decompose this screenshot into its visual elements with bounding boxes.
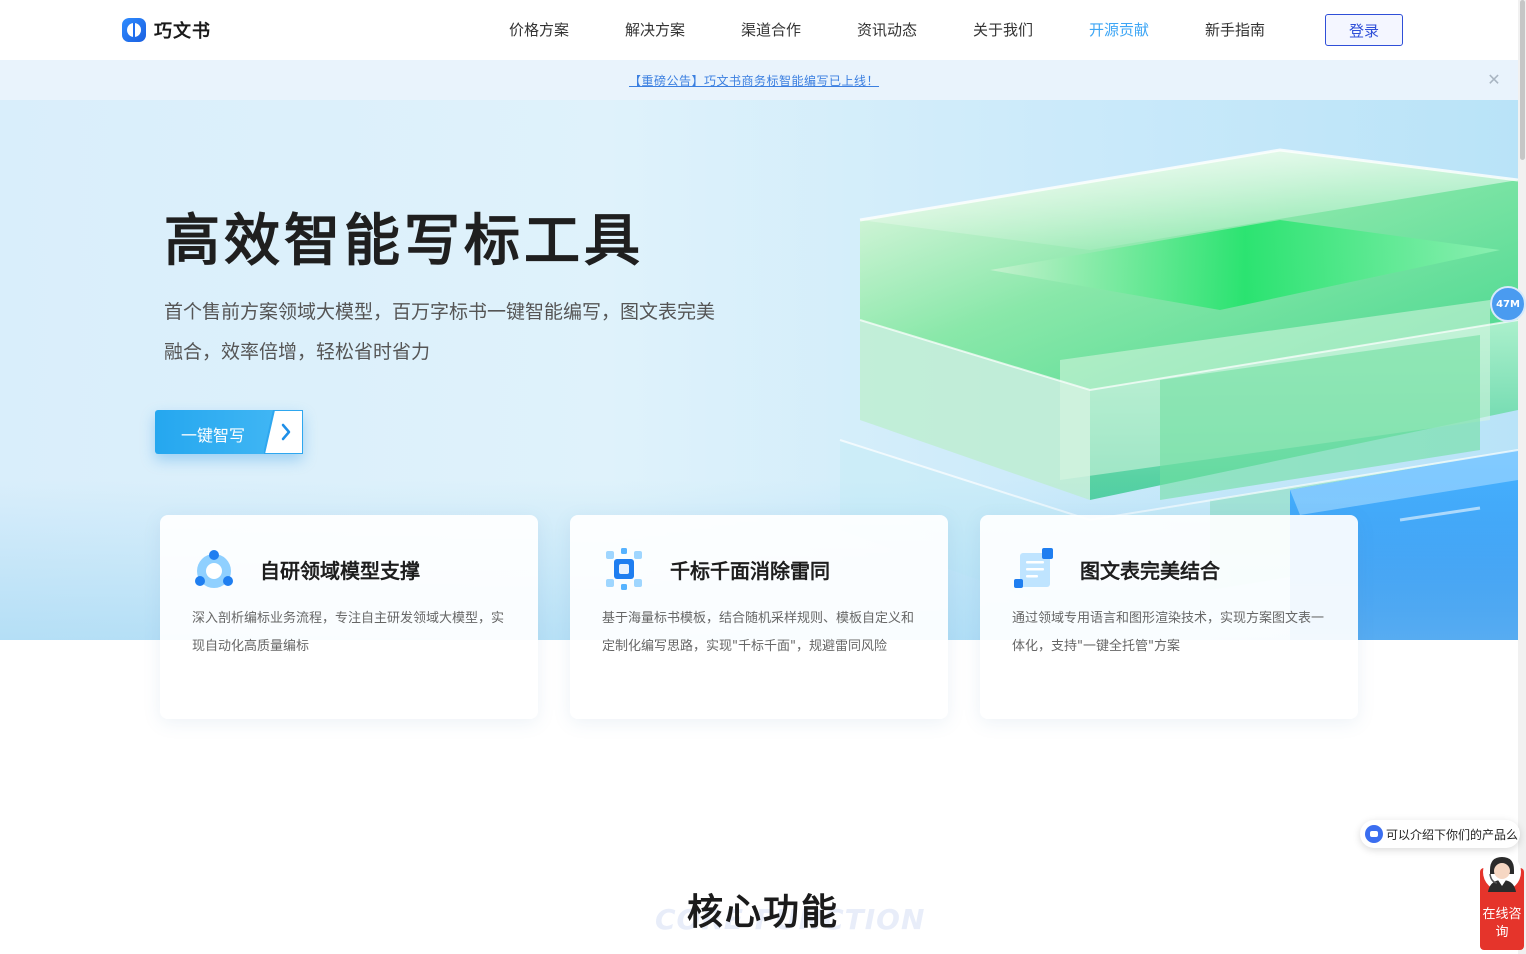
online-consult-label: 在线咨询 xyxy=(1482,907,1522,940)
feature-desc: 基于海量标书模板，结合随机采样规则、模板自定义和定制化编写思路，实现"千标千面"… xyxy=(602,611,915,654)
feature-title: 自研领域模型支撑 xyxy=(260,559,420,583)
core-function-title: 核心功能 xyxy=(687,892,840,933)
feature-card-unique-content: 千标千面消除雷同 基于海量标书模板，结合随机采样规则、模板自定义和定制化编写思路… xyxy=(570,515,948,719)
login-button[interactable]: 登录 xyxy=(1325,14,1403,46)
feature-desc: 深入剖析编标业务流程，专注自主研发领域大模型，实现自动化高质量编标 xyxy=(192,611,505,654)
cta-label: 一键智写 xyxy=(181,426,246,445)
unique-content-icon xyxy=(606,548,642,590)
feature-title: 图文表完美结合 xyxy=(1080,559,1220,583)
chat-prompt-bubble[interactable]: 可以介绍下你们的产品么 xyxy=(1360,820,1520,848)
nav-item-news[interactable]: 资讯动态 xyxy=(857,19,917,40)
nav-item-about[interactable]: 关于我们 xyxy=(973,19,1033,40)
nav-item-solutions[interactable]: 解决方案 xyxy=(625,19,685,40)
chat-prompt-text: 可以介绍下你们的产品么 xyxy=(1386,827,1519,842)
document-chart-icon xyxy=(1014,548,1053,588)
nav-item-channel[interactable]: 渠道合作 xyxy=(741,19,801,40)
feature-desc: 通过领域专用语言和图形渲染技术，实现方案图文表一体化，支持"一键全托管"方案 xyxy=(1012,611,1325,654)
arrow-right-icon[interactable] xyxy=(264,410,303,454)
announcement-link[interactable]: 【重磅公告】巧文书商务标智能编写已上线！ xyxy=(629,72,879,89)
domain-model-icon xyxy=(195,550,233,588)
nav-item-guide[interactable]: 新手指南 xyxy=(1205,19,1265,40)
announcement-bar: 【重磅公告】巧文书商务标智能编写已上线！ ✕ xyxy=(0,60,1518,100)
logo-text: 巧文书 xyxy=(154,21,211,42)
site-logo[interactable]: 巧文书 xyxy=(122,17,211,43)
support-agent-avatar-icon[interactable] xyxy=(1482,852,1522,892)
chat-icon xyxy=(1365,825,1383,843)
close-icon[interactable]: ✕ xyxy=(1486,70,1502,90)
feature-card-document-chart: 图文表完美结合 通过领域专用语言和图形渲染技术，实现方案图文表一体化，支持"一键… xyxy=(980,515,1358,719)
feature-title: 千标千面消除雷同 xyxy=(670,559,830,583)
nav-item-pricing[interactable]: 价格方案 xyxy=(509,19,569,40)
nav-item-open-source[interactable]: 开源贡献 xyxy=(1089,19,1149,40)
hero-title: 高效智能写标工具 xyxy=(164,209,644,274)
brain-logo-icon xyxy=(122,18,146,42)
feature-card-domain-model: 自研领域模型支撑 深入剖析编标业务流程，专注自主研发领域大模型，实现自动化高质量… xyxy=(160,515,538,719)
hero-subtitle: 首个售前方案领域大模型，百万字标书一键智能编写，图文表完美融合，效率倍增，轻松省… xyxy=(164,301,716,363)
top-navbar: 巧文书 价格方案 解决方案 渠道合作 资讯动态 关于我们 开源贡献 新手指南 登… xyxy=(0,0,1518,60)
scrollbar-thumb[interactable] xyxy=(1520,0,1525,160)
memory-usage-badge[interactable]: 47M xyxy=(1490,286,1526,322)
